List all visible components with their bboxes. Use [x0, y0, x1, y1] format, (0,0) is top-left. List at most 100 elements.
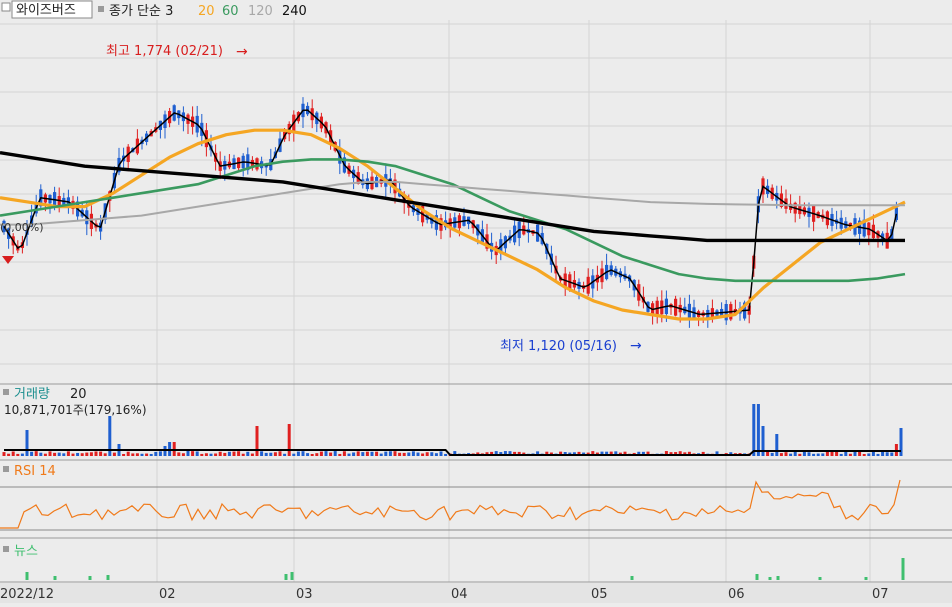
volume-bar	[444, 453, 448, 456]
left-value-label: (0,00%)	[0, 221, 44, 234]
volume-bar	[264, 452, 268, 456]
volume-bar	[319, 451, 323, 456]
volume-bar	[191, 451, 195, 456]
volume-bar	[11, 451, 15, 456]
rsi-title: RSI 14	[14, 464, 56, 479]
volume-bar	[122, 453, 126, 456]
volume-bar	[370, 451, 374, 456]
news-toggle-icon[interactable]	[3, 546, 9, 552]
news-marker	[901, 558, 905, 580]
rsi-toggle-icon[interactable]	[3, 466, 9, 472]
stock-toggle-icon[interactable]	[1, 2, 11, 12]
volume-bar	[283, 453, 287, 456]
volume-bar	[434, 453, 438, 456]
news-marker	[25, 572, 29, 580]
chart-canvas[interactable]: 와이즈버즈 종가 단순 3 20 60 120 240 최고 1,774 (02…	[0, 0, 952, 603]
news-marker	[284, 574, 288, 580]
x-tick-label: 02	[159, 587, 176, 602]
volume-bar	[862, 453, 866, 456]
volume-bar	[43, 453, 47, 456]
volume-bar	[214, 453, 218, 456]
volume-bar	[89, 452, 93, 456]
low-annotation: 최저 1,120 (05/16)	[500, 339, 617, 354]
low-arrow: →	[630, 338, 642, 354]
volume-bar	[195, 451, 199, 456]
volume-bar	[53, 452, 57, 456]
volume-bar	[71, 453, 75, 456]
volume-bar	[126, 451, 130, 456]
volume-bar	[269, 452, 273, 456]
volume-bar	[439, 451, 443, 456]
news-marker	[53, 576, 57, 580]
volume-bar	[186, 451, 190, 456]
volume-bar	[430, 452, 434, 456]
volume-bar	[48, 451, 52, 456]
volume-bar	[145, 453, 149, 456]
price-series-icon	[98, 6, 104, 12]
volume-bar	[149, 453, 153, 456]
volume-bar	[200, 453, 204, 456]
volume-bar	[62, 453, 66, 456]
volume-bar	[324, 451, 328, 456]
volume-bar	[273, 452, 277, 456]
news-marker	[818, 577, 822, 580]
volume-bar	[333, 451, 337, 456]
ma-label-20: 20	[198, 4, 215, 19]
volume-bar	[103, 453, 107, 456]
volume-bar	[375, 451, 379, 456]
volume-bar	[756, 404, 760, 456]
volume-bar	[30, 451, 34, 456]
volume-bar	[844, 451, 848, 456]
x-tick-label: 2022/12	[0, 587, 54, 602]
volume-bar	[292, 453, 296, 456]
volume-bar	[16, 453, 20, 456]
volume-bar	[66, 451, 70, 456]
volume-bar	[94, 451, 98, 456]
volume-toggle-icon[interactable]	[3, 389, 9, 395]
volume-bar	[770, 452, 774, 456]
volume-bar	[342, 451, 346, 456]
volume-bar	[816, 453, 820, 456]
x-tick-label: 03	[296, 587, 313, 602]
volume-bar	[260, 451, 264, 456]
volume-bar	[812, 453, 816, 456]
volume-bar	[7, 453, 11, 456]
x-tick-label: 05	[591, 587, 608, 602]
high-arrow: →	[236, 44, 248, 60]
volume-bar	[76, 452, 80, 456]
volume-bar	[784, 452, 788, 456]
volume-bar	[365, 451, 369, 456]
volume-bar	[411, 451, 415, 456]
volume-bar	[209, 453, 213, 456]
volume-bar	[158, 451, 162, 456]
stock-chart[interactable]: 와이즈버즈 종가 단순 3 20 60 120 240 최고 1,774 (02…	[0, 0, 952, 603]
volume-bar	[34, 451, 38, 456]
ma-label-120: 120	[248, 4, 273, 19]
x-axis: 2022/12 02 03 04 05 06 07	[0, 583, 952, 603]
volume-bar	[232, 451, 236, 456]
volume-bar	[789, 453, 793, 456]
volume-bar	[752, 404, 756, 456]
volume-bar	[885, 452, 889, 456]
news-marker	[630, 576, 634, 580]
volume-bar	[39, 452, 43, 456]
volume-bar	[352, 452, 356, 456]
volume-bar	[347, 453, 351, 456]
volume-period: 20	[70, 387, 87, 402]
volume-bar	[223, 452, 227, 456]
volume-bar	[393, 451, 397, 456]
volume-bar	[250, 453, 254, 456]
volume-bar	[379, 453, 383, 456]
news-marker	[106, 575, 110, 580]
volume-bar	[779, 453, 783, 456]
volume-bar	[853, 452, 857, 456]
volume-bar	[296, 451, 300, 456]
volume-bar	[890, 452, 894, 456]
ma-label-60: 60	[222, 4, 239, 19]
volume-value: 10,871,701주(179,16%)	[4, 403, 147, 417]
news-title: 뉴스	[14, 544, 38, 559]
volume-bar	[821, 453, 825, 456]
volume-bar	[287, 424, 291, 456]
volume-bar	[848, 453, 852, 456]
volume-bar	[246, 451, 250, 456]
